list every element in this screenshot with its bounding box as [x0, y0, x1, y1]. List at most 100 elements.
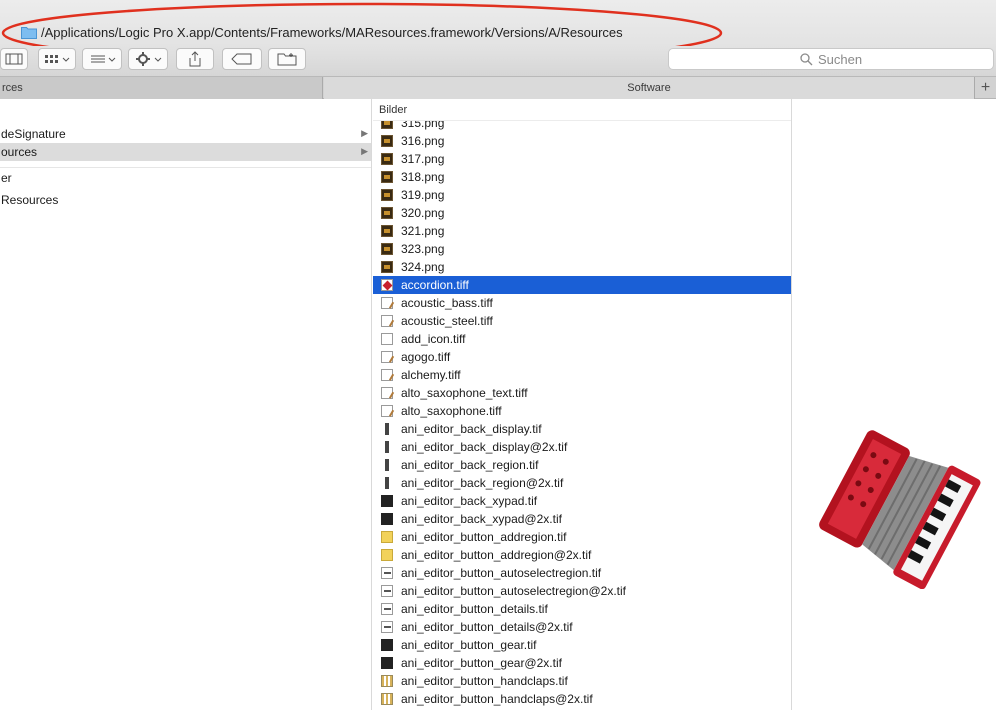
tab-bar: rces Software +	[0, 77, 996, 99]
file-row[interactable]: alto_saxophone_text.tiff	[373, 384, 791, 402]
list-item[interactable]: er	[0, 169, 371, 187]
file-row[interactable]: ani_editor_button_autoselectregion@2x.ti…	[373, 582, 791, 600]
file-thumbnail-icon	[381, 189, 393, 201]
add-tab-button[interactable]: +	[974, 77, 996, 99]
file-row[interactable]: 320.png	[373, 204, 791, 222]
file-thumbnail-icon	[381, 261, 393, 273]
file-name: ani_editor_button_details@2x.tif	[401, 620, 573, 634]
file-thumbnail-icon	[381, 387, 393, 399]
list-item[interactable]: deSignature ▶	[0, 125, 371, 143]
file-name: agogo.tiff	[401, 350, 451, 364]
file-row[interactable]: ani_editor_button_gear@2x.tif	[373, 654, 791, 672]
file-row[interactable]: 318.png	[373, 168, 791, 186]
file-row[interactable]: ani_editor_back_region@2x.tif	[373, 474, 791, 492]
file-list: 315.png 316.png 317.png 318.png 319.png 320.p…	[373, 114, 791, 708]
file-row[interactable]: 323.png	[373, 240, 791, 258]
arrange-button[interactable]	[82, 48, 122, 70]
file-row[interactable]: agogo.tiff	[373, 348, 791, 366]
file-row[interactable]: 319.png	[373, 186, 791, 204]
list-item[interactable]: Resources	[0, 191, 371, 209]
view-mode-button[interactable]	[38, 48, 76, 70]
new-folder-button[interactable]	[268, 48, 306, 70]
file-thumbnail-icon	[385, 441, 389, 453]
file-row[interactable]: 316.png	[373, 132, 791, 150]
path-text: /Applications/Logic Pro X.app/Contents/F…	[41, 25, 623, 40]
tab-resources[interactable]: rces	[0, 77, 323, 99]
file-name: ani_editor_button_gear.tif	[401, 638, 537, 652]
file-row[interactable]: ani_editor_button_gear.tif	[373, 636, 791, 654]
file-thumbnail-icon	[381, 315, 393, 327]
file-thumbnail-icon	[381, 513, 393, 525]
file-thumbnail-icon	[385, 423, 389, 435]
file-row[interactable]: 317.png	[373, 150, 791, 168]
file-name: ani_editor_back_xypad@2x.tif	[401, 512, 562, 526]
file-name: ani_editor_button_details.tif	[401, 602, 548, 616]
list-item-label: deSignature	[1, 127, 66, 141]
file-row[interactable]: acoustic_bass.tiff	[373, 294, 791, 312]
file-thumbnail-icon	[381, 333, 393, 345]
file-thumbnail-icon	[381, 405, 393, 417]
file-row[interactable]: ani_editor_back_xypad@2x.tif	[373, 510, 791, 528]
file-row[interactable]: ani_editor_button_details.tif	[373, 600, 791, 618]
file-row[interactable]: 321.png	[373, 222, 791, 240]
column-header: Bilder	[373, 99, 791, 121]
file-thumbnail-icon	[381, 675, 393, 687]
file-row[interactable]: ani_editor_button_addregion@2x.tif	[373, 546, 791, 564]
list-view-icon	[91, 55, 116, 63]
file-row[interactable]: add_icon.tiff	[373, 330, 791, 348]
file-row[interactable]: acoustic_steel.tiff	[373, 312, 791, 330]
file-row[interactable]: ani_editor_back_display@2x.tif	[373, 438, 791, 456]
toolbar: Suchen	[0, 46, 996, 77]
file-name: ani_editor_back_display@2x.tif	[401, 440, 568, 454]
file-row[interactable]: alchemy.tiff	[373, 366, 791, 384]
file-name: alto_saxophone_text.tiff	[401, 386, 528, 400]
gear-icon	[136, 52, 162, 66]
file-row[interactable]: alto_saxophone.tiff	[373, 402, 791, 420]
file-thumbnail-icon	[381, 549, 393, 561]
file-thumbnail-icon	[381, 585, 393, 597]
file-row[interactable]: ani_editor_back_display.tif	[373, 420, 791, 438]
file-thumbnail-icon	[381, 567, 393, 579]
file-thumbnail-icon	[381, 279, 393, 291]
file-thumbnail-icon	[381, 621, 393, 633]
file-name: acoustic_steel.tiff	[401, 314, 493, 328]
file-name: 321.png	[401, 224, 445, 238]
browser-column-1: deSignature ▶ ources ▶ er Resources	[0, 99, 372, 710]
file-row[interactable]: ani_editor_button_handclaps.tif	[373, 672, 791, 690]
search-icon	[800, 52, 813, 65]
file-row[interactable]: ani_editor_button_addregion.tif	[373, 528, 791, 546]
file-row[interactable]: ani_editor_back_region.tif	[373, 456, 791, 474]
file-thumbnail-icon	[381, 297, 393, 309]
file-name: 318.png	[401, 170, 445, 184]
disclosure-arrow-icon: ▶	[361, 128, 368, 138]
window-chrome-fragment	[0, 6, 996, 12]
file-row[interactable]: ani_editor_button_autoselectregion.tif	[373, 564, 791, 582]
file-thumbnail-icon	[381, 351, 393, 363]
file-thumbnail-icon	[381, 171, 393, 183]
file-name: add_icon.tiff	[401, 332, 466, 346]
share-button[interactable]	[176, 48, 214, 70]
file-thumbnail-icon	[385, 477, 389, 489]
file-name: ani_editor_back_region@2x.tif	[401, 476, 564, 490]
file-name: acoustic_bass.tiff	[401, 296, 493, 310]
file-row[interactable]: ani_editor_button_details@2x.tif	[373, 618, 791, 636]
list-item[interactable]: ources ▶	[0, 143, 371, 161]
file-name: ani_editor_button_handclaps.tif	[401, 674, 568, 688]
search-field[interactable]: Suchen	[668, 48, 994, 70]
action-button[interactable]	[128, 48, 168, 70]
sidebar-icon	[5, 53, 23, 65]
accordion-icon	[819, 430, 981, 589]
file-thumbnail-icon	[381, 639, 393, 651]
file-name: 319.png	[401, 188, 445, 202]
disclosure-arrow-icon: ▶	[361, 146, 368, 156]
tag-button[interactable]	[222, 48, 262, 70]
file-row[interactable]: ani_editor_button_handclaps@2x.tif	[373, 690, 791, 708]
file-name: ani_editor_button_autoselectregion.tif	[401, 566, 602, 580]
file-row[interactable]: ani_editor_back_xypad.tif	[373, 492, 791, 510]
tab-software[interactable]: Software	[324, 77, 974, 99]
sidebar-toggle-button[interactable]	[0, 48, 28, 70]
list-item-label: Resources	[1, 193, 59, 207]
file-row[interactable]: 324.png	[373, 258, 791, 276]
file-row[interactable]: accordion.tiff	[373, 276, 791, 294]
file-name: ani_editor_button_addregion.tif	[401, 530, 567, 544]
